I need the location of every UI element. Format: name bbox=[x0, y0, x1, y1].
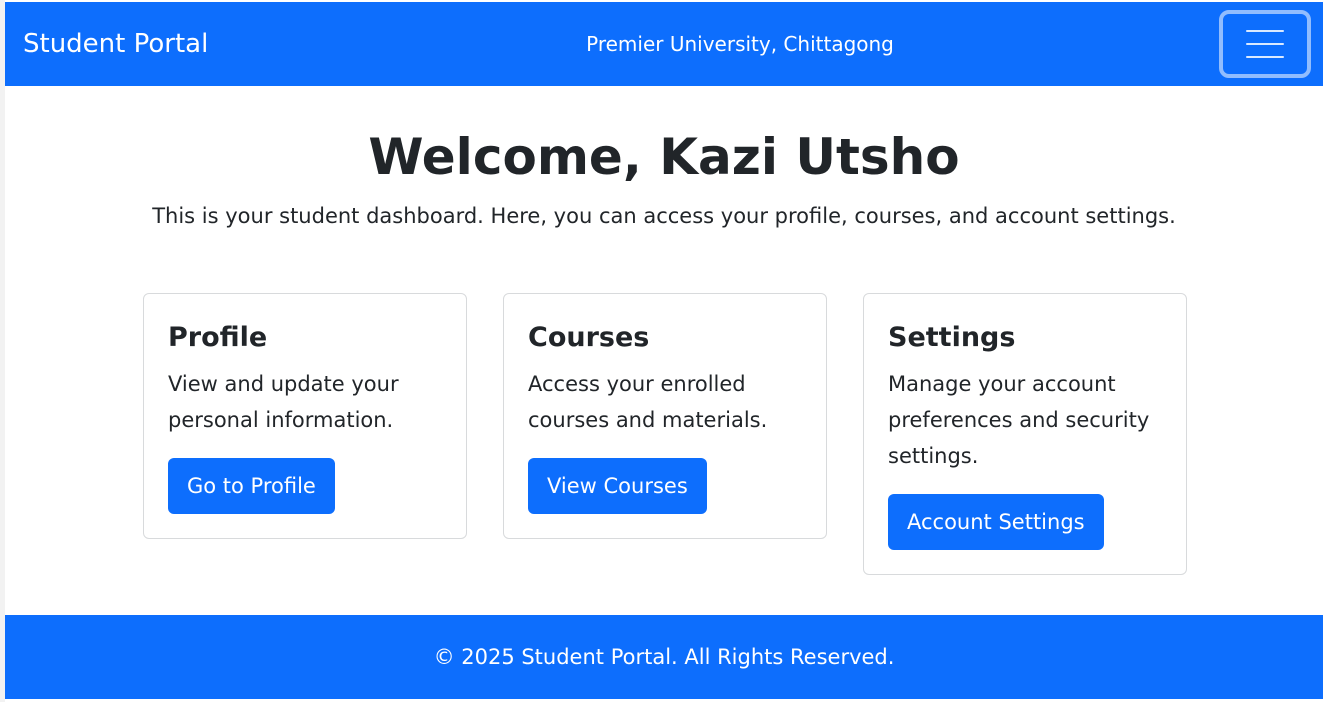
hamburger-menu-icon bbox=[1246, 30, 1284, 58]
university-name: Premier University, Chittagong bbox=[586, 32, 894, 56]
page-footer: © 2025 Student Portal. All Rights Reserv… bbox=[5, 615, 1323, 699]
settings-card-title: Settings bbox=[888, 322, 1016, 353]
welcome-section: Welcome, Kazi Utsho This is your student… bbox=[5, 122, 1323, 228]
profile-card-title: Profile bbox=[168, 322, 268, 353]
profile-card: Profile View and update your personal in… bbox=[143, 293, 467, 539]
settings-card: Settings Manage your account preferences… bbox=[863, 293, 1187, 575]
welcome-subtitle: This is your student dashboard. Here, yo… bbox=[152, 204, 1176, 228]
welcome-title: Welcome, Kazi Utsho bbox=[368, 128, 960, 186]
footer-copyright: © 2025 Student Portal. All Rights Reserv… bbox=[433, 645, 895, 669]
go-to-profile-button[interactable]: Go to Profile bbox=[168, 458, 335, 514]
navbar-toggler-button[interactable] bbox=[1219, 10, 1311, 78]
settings-card-text: Manage your account preferences and secu… bbox=[888, 372, 1150, 468]
profile-card-text: View and update your personal informatio… bbox=[168, 372, 399, 432]
account-settings-button[interactable]: Account Settings bbox=[888, 494, 1104, 550]
courses-card: Courses Access your enrolled courses and… bbox=[503, 293, 827, 539]
top-navbar: Student Portal Premier University, Chitt… bbox=[5, 2, 1323, 86]
courses-card-title: Courses bbox=[528, 322, 650, 353]
page-frame: Student Portal Premier University, Chitt… bbox=[5, 2, 1323, 699]
view-courses-button[interactable]: View Courses bbox=[528, 458, 707, 514]
courses-card-text: Access your enrolled courses and materia… bbox=[528, 372, 768, 432]
